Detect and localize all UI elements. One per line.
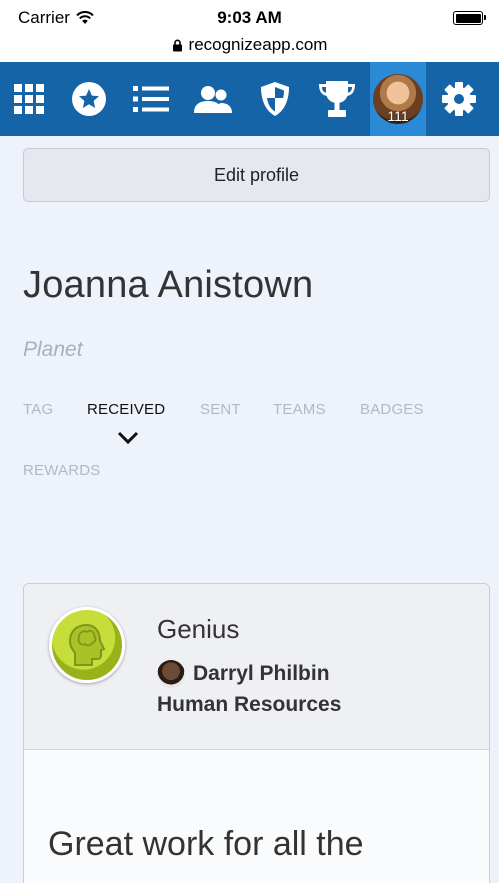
nav-grid[interactable]: [0, 62, 58, 136]
badge-title: Genius: [157, 614, 240, 644]
tab-badges[interactable]: BADGES: [360, 401, 424, 418]
nav-settings[interactable]: [426, 62, 492, 136]
tab-received[interactable]: RECEIVED: [87, 401, 165, 418]
shield-icon: [261, 82, 289, 116]
gear-icon: [442, 82, 476, 116]
tab-sent[interactable]: SENT: [200, 401, 241, 418]
nav-shield[interactable]: [244, 62, 306, 136]
recognition-message: Great work for all the: [48, 825, 364, 863]
sender-avatar: [157, 660, 185, 688]
head-brain-icon: [68, 623, 106, 666]
star-icon: [72, 82, 106, 116]
tab-tag[interactable]: TAG: [23, 401, 53, 418]
nav-people[interactable]: [182, 62, 244, 136]
trophy-icon: [319, 81, 355, 117]
clock: 9:03 AM: [217, 8, 282, 27]
badge-image: [49, 607, 125, 683]
people-icon: [194, 86, 232, 113]
lock-icon: [172, 39, 182, 51]
grid-icon: [14, 84, 44, 114]
nav-star[interactable]: [58, 62, 120, 136]
profile-tabs: TAG RECEIVED SENT TEAMS BADGES REWARDS: [23, 401, 483, 491]
nav-trophy[interactable]: [306, 62, 368, 136]
profile-company: Planet: [23, 338, 83, 361]
status-bar: Carrier 9:03 AM recognizeapp.com: [0, 0, 499, 62]
sender-name[interactable]: Darryl Philbin: [193, 662, 330, 686]
tab-rewards[interactable]: REWARDS: [23, 462, 101, 479]
address-bar[interactable]: recognizeapp.com: [0, 35, 499, 55]
recognition-card[interactable]: Genius Darryl Philbin Human Resources Gr…: [23, 583, 490, 883]
list-icon: [133, 86, 169, 112]
sender-department: Human Resources: [157, 693, 342, 716]
tab-teams[interactable]: TEAMS: [273, 401, 326, 418]
recognition-card-body: Great work for all the: [24, 750, 489, 883]
url-text: recognizeapp.com: [188, 35, 328, 54]
avatar-count: 111: [387, 108, 409, 124]
nav-profile-avatar[interactable]: 111: [370, 62, 426, 136]
sender[interactable]: Darryl Philbin: [157, 660, 330, 688]
profile-page: Edit profile Joanna Anistown Planet TAG …: [0, 136, 499, 883]
recognition-card-header: Genius Darryl Philbin Human Resources: [24, 584, 489, 750]
chevron-down-icon: [117, 431, 139, 445]
profile-name: Joanna Anistown: [23, 264, 314, 306]
top-nav: 111: [0, 62, 499, 136]
nav-list[interactable]: [120, 62, 182, 136]
battery-icon: [453, 11, 486, 25]
edit-profile-button[interactable]: Edit profile: [23, 148, 490, 202]
